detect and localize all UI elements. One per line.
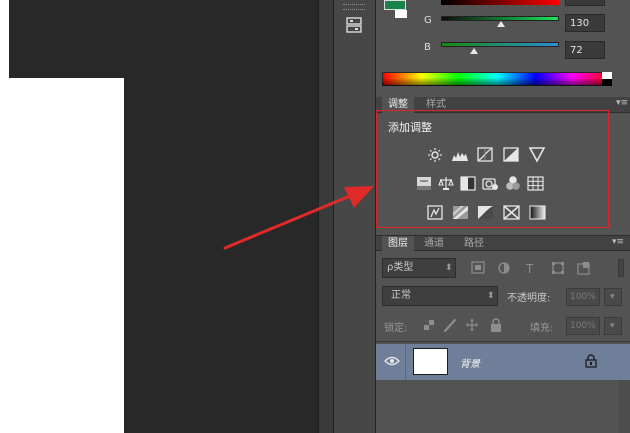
filter-dropdown-arrow-icon: ⬍ bbox=[445, 263, 453, 273]
smart-object-filter-icon[interactable] bbox=[577, 262, 590, 275]
b-slider[interactable] bbox=[441, 42, 559, 47]
lock-transparent-pixels-icon[interactable] bbox=[424, 320, 434, 330]
r-value-field[interactable] bbox=[565, 0, 605, 6]
tab-paths[interactable]: 路径 bbox=[458, 236, 490, 252]
foreground-color-swatch[interactable] bbox=[384, 0, 406, 10]
document-canvas[interactable] bbox=[0, 78, 124, 433]
g-channel-label: G bbox=[424, 15, 432, 26]
fill-field[interactable]: 100% bbox=[566, 317, 600, 335]
document-canvas-edge bbox=[0, 0, 9, 78]
blend-mode-value: 正常 bbox=[391, 290, 411, 301]
blend-dropdown-arrow-icon: ⬍ bbox=[487, 291, 495, 301]
type-filter-icon[interactable]: T bbox=[525, 262, 534, 276]
tab-channels[interactable]: 通道 bbox=[418, 236, 450, 252]
layers-panel-menu-icon[interactable]: ▾≡ bbox=[612, 234, 624, 250]
shape-filter-icon[interactable] bbox=[552, 262, 564, 274]
panel-menu-icon[interactable]: ▾≡ bbox=[616, 95, 628, 111]
background-color-swatch[interactable] bbox=[395, 10, 407, 18]
layer-filter-icons: T bbox=[471, 261, 590, 276]
lock-icons bbox=[424, 318, 501, 333]
opacity-label: 不透明度: bbox=[507, 293, 551, 304]
layers-divider bbox=[376, 341, 630, 342]
fill-label: 填充: bbox=[530, 323, 554, 334]
tab-layers[interactable]: 图层 bbox=[382, 236, 414, 252]
layer-thumbnail[interactable] bbox=[413, 348, 448, 375]
layer-row-divider bbox=[405, 344, 406, 380]
filter-toggle-switch[interactable] bbox=[618, 259, 624, 277]
g-slider-thumb[interactable] bbox=[497, 21, 506, 27]
lock-all-icon[interactable] bbox=[491, 318, 501, 332]
pixel-filter-icon[interactable] bbox=[471, 261, 485, 274]
adjustment-filter-icon[interactable] bbox=[498, 262, 510, 274]
layers-tabbar: 图层 通道 路径 ▾≡ bbox=[376, 234, 630, 252]
layer-name[interactable]: 背景 bbox=[460, 355, 480, 370]
layer-filter-dropdown[interactable]: ρ类型 ⬍ bbox=[382, 258, 456, 278]
b-slider-thumb[interactable] bbox=[470, 48, 479, 54]
opacity-field[interactable]: 100% bbox=[566, 288, 600, 306]
lock-label: 锁定: bbox=[384, 323, 408, 334]
fill-dropdown-icon[interactable]: ▾ bbox=[604, 317, 622, 335]
red-arrow-annotation bbox=[223, 186, 374, 250]
black-white-swatch[interactable] bbox=[602, 72, 612, 86]
layers-scrollbar[interactable] bbox=[618, 380, 630, 433]
r-slider[interactable] bbox=[441, 0, 559, 5]
layer-lock-icon bbox=[585, 354, 597, 368]
lock-position-icon[interactable] bbox=[466, 319, 478, 331]
color-spectrum-shade bbox=[382, 72, 612, 86]
properties-icon[interactable] bbox=[346, 16, 362, 34]
g-value-field[interactable]: 130 bbox=[565, 14, 605, 32]
blend-mode-dropdown[interactable]: 正常 ⬍ bbox=[382, 286, 498, 306]
b-value-field[interactable]: 72 bbox=[565, 41, 605, 59]
lock-image-pixels-icon[interactable] bbox=[443, 318, 457, 333]
b-channel-label: B bbox=[424, 42, 431, 53]
eye-visibility-icon[interactable] bbox=[384, 356, 400, 366]
adjustments-highlight-box bbox=[376, 110, 609, 228]
opacity-dropdown-icon[interactable]: ▾ bbox=[604, 288, 622, 306]
layer-filter-label: ρ类型 bbox=[387, 262, 414, 273]
dock-grip[interactable] bbox=[343, 4, 365, 10]
